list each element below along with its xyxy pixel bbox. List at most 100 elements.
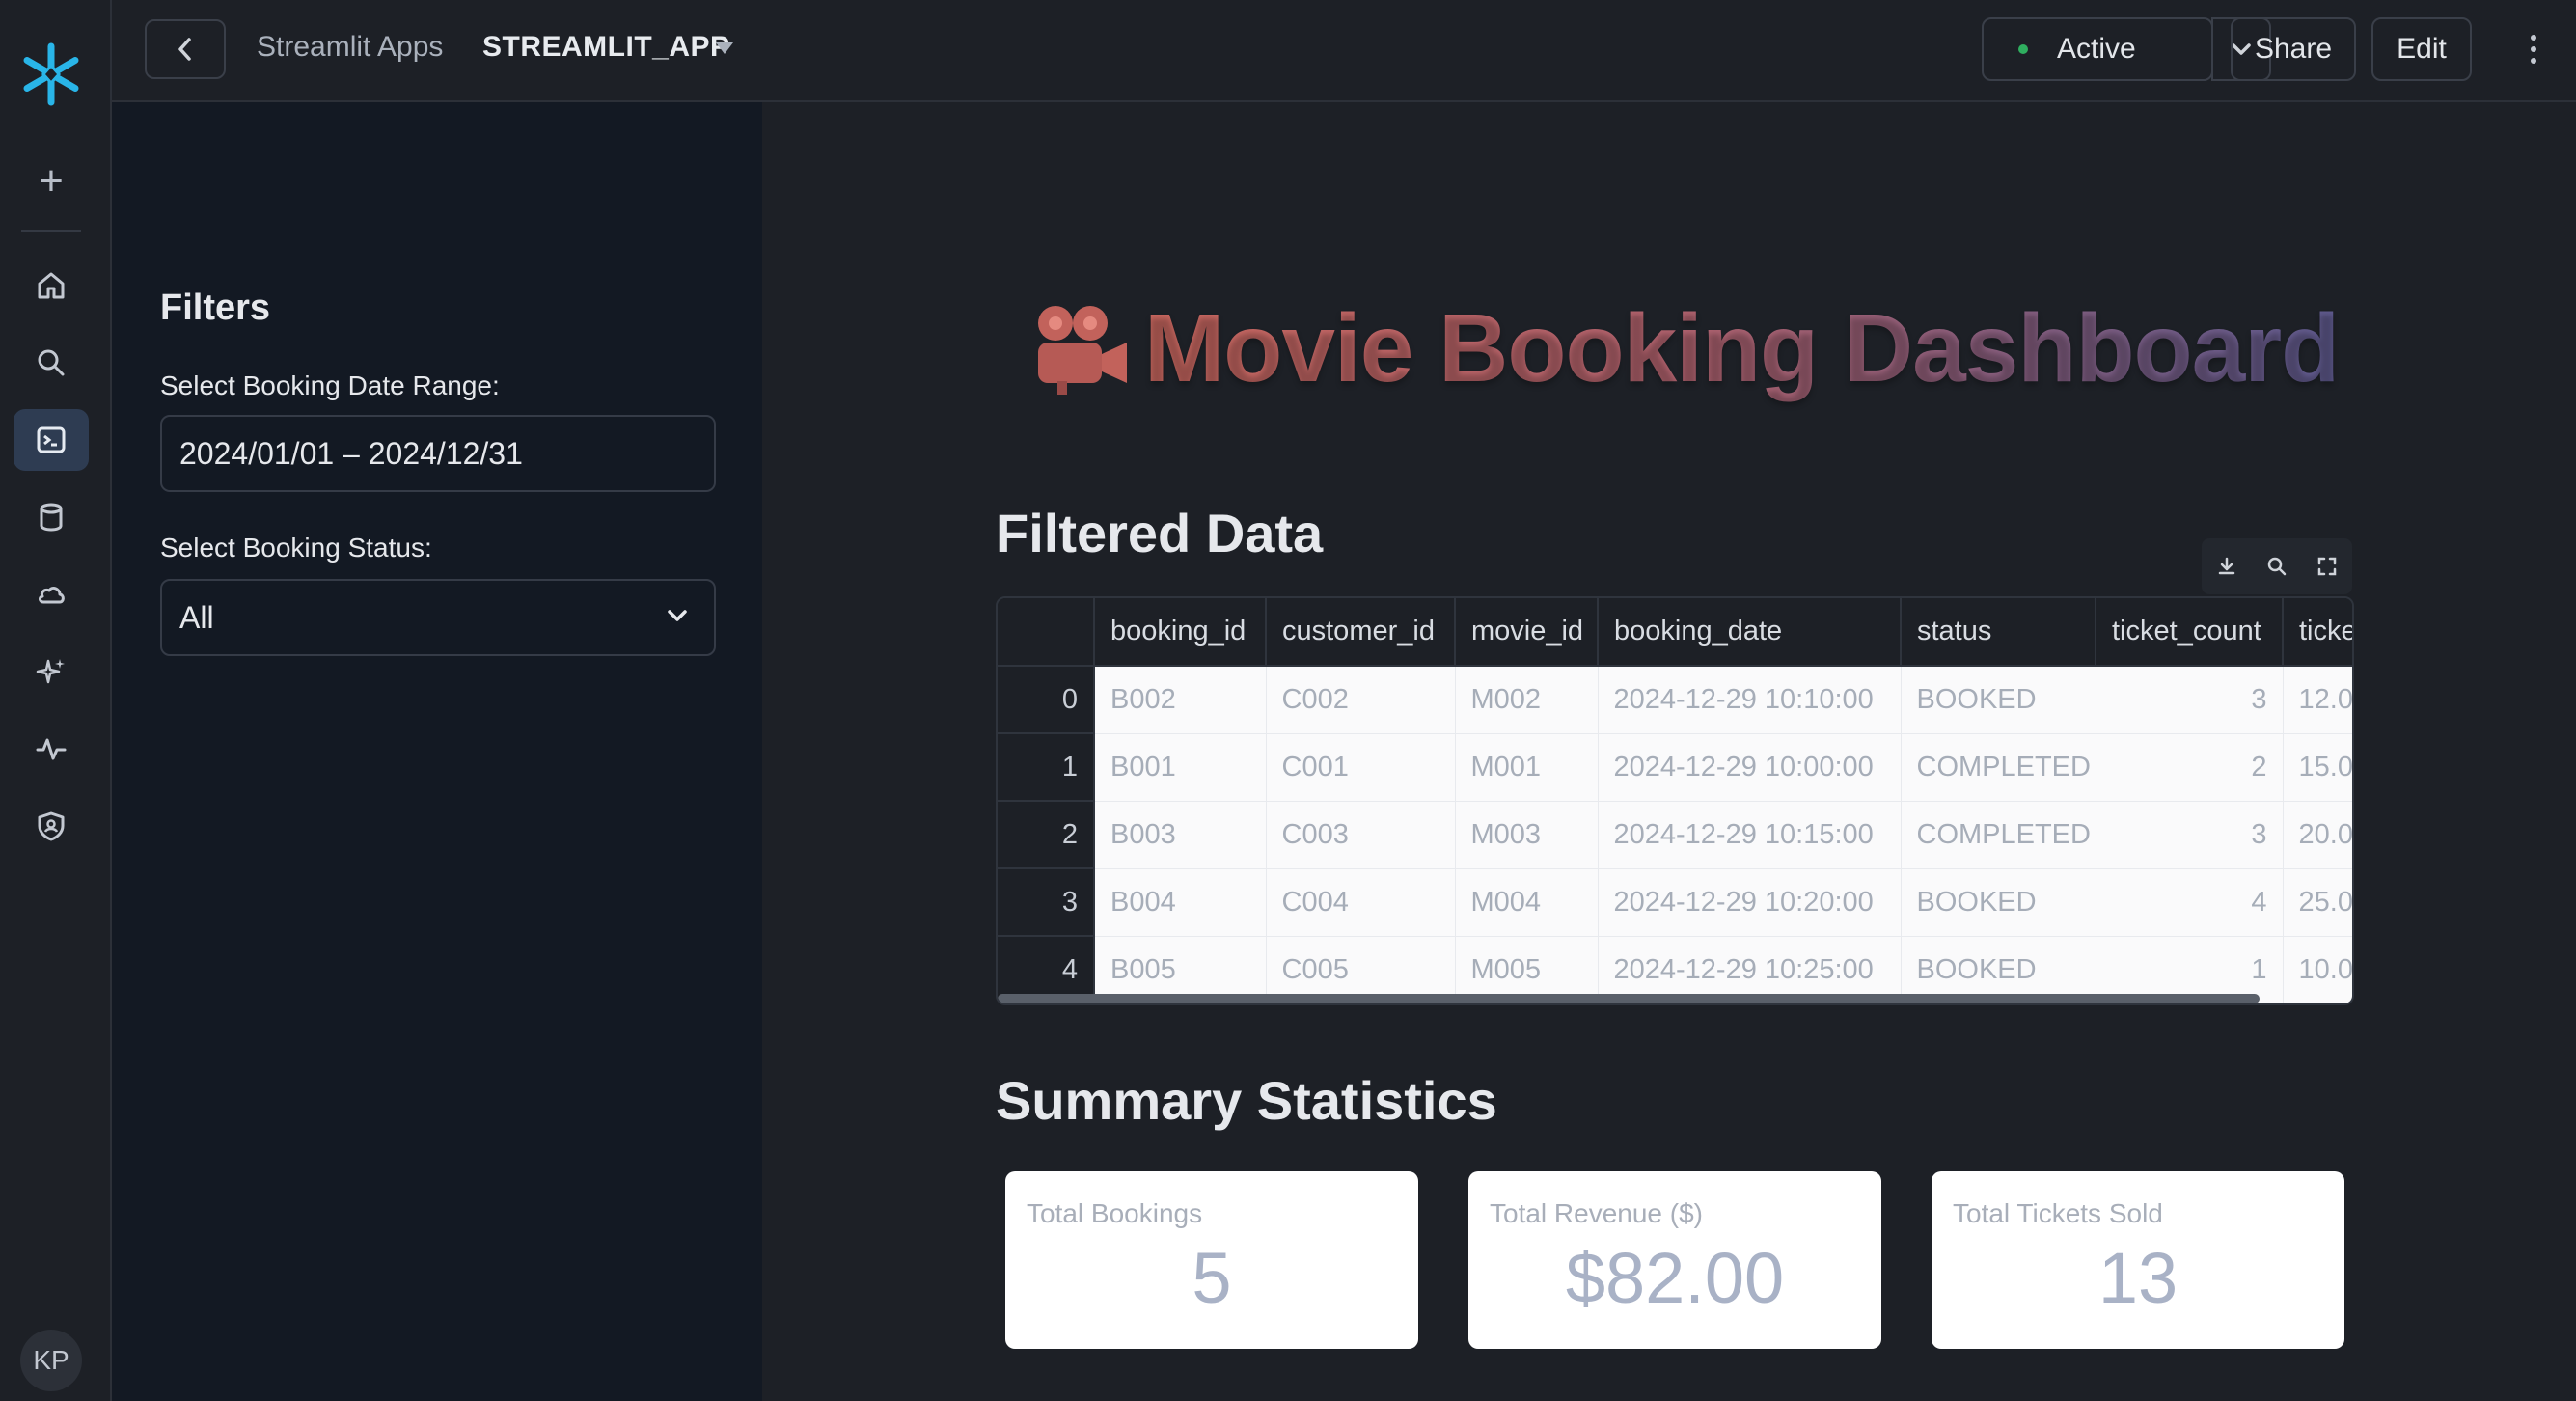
download-icon[interactable] (2215, 555, 2238, 578)
column-header[interactable]: ticket_count (2096, 598, 2284, 667)
status-dot-icon (2018, 44, 2028, 54)
search-icon[interactable] (14, 332, 89, 394)
table-cell[interactable]: BOOKED (1901, 666, 2096, 734)
metric-card-total-revenue: Total Revenue ($) $82.00 (1468, 1171, 1881, 1349)
table-cell[interactable]: B001 (1094, 733, 1267, 802)
chevron-down-icon (668, 610, 687, 621)
row-index[interactable]: 3 (998, 868, 1095, 937)
column-header[interactable]: movie_id (1455, 598, 1599, 667)
table-cell[interactable]: 4 (2096, 868, 2284, 937)
user-avatar[interactable]: KP (20, 1330, 82, 1391)
filtered-data-heading: Filtered Data (996, 503, 1324, 563)
table-row[interactable]: 1 B001 C001 M001 2024-12-29 10:00:00 COMPLETE… (998, 733, 2352, 802)
column-header[interactable]: booking_date (1598, 598, 1902, 667)
main-content: Movie Booking Dashboard Filtered Data bo… (762, 102, 2576, 1401)
more-options-icon[interactable] (2512, 23, 2555, 75)
table-cell[interactable]: B003 (1094, 801, 1267, 869)
monitoring-icon[interactable] (14, 718, 89, 780)
table-cell[interactable]: B004 (1094, 868, 1267, 937)
metric-value: 13 (2097, 1238, 2179, 1318)
table-cell[interactable]: 12.0 (2283, 666, 2352, 734)
table-cell[interactable]: M001 (1455, 733, 1599, 802)
status-button[interactable]: Active (1982, 17, 2213, 81)
table-row[interactable]: 2 B003 C003 M003 2024-12-29 10:15:00 COMPLETE… (998, 801, 2352, 869)
app-name-dropdown[interactable]: STREAMLIT_APP (482, 31, 730, 64)
data-icon[interactable] (14, 486, 89, 548)
table-cell[interactable]: 3 (2096, 801, 2284, 869)
table-cell[interactable]: 10.0 (2283, 936, 2352, 1003)
share-button[interactable]: Share (2231, 17, 2356, 81)
dashboard-title: Movie Booking Dashboard (1030, 293, 2340, 402)
table-row[interactable]: 3 B004 C004 M004 2024-12-29 10:20:00 BOOKED 4 2… (998, 868, 2352, 937)
table-cell[interactable]: M002 (1455, 666, 1599, 734)
breadcrumb-streamlit-apps[interactable]: Streamlit Apps (257, 31, 443, 64)
home-icon[interactable] (14, 255, 89, 316)
back-button[interactable] (145, 19, 226, 79)
row-index[interactable]: 2 (998, 801, 1095, 869)
metric-card-total-tickets: Total Tickets Sold 13 (1932, 1171, 2344, 1349)
table-cell[interactable]: C003 (1266, 801, 1456, 869)
table-row[interactable]: 0 B002 C002 M002 2024-12-29 10:10:00 BOOKED 3 1… (998, 666, 2352, 734)
dataframe-toolbar (2202, 538, 2352, 594)
summary-statistics-heading: Summary Statistics (996, 1070, 1497, 1131)
movie-camera-icon (1038, 306, 1127, 395)
date-range-label: Select Booking Date Range: (160, 371, 500, 400)
row-index[interactable]: 1 (998, 733, 1095, 802)
column-header[interactable]: status (1901, 598, 2096, 667)
index-header[interactable] (998, 598, 1095, 667)
cloud-icon[interactable] (14, 563, 89, 625)
snowflake-logo-icon[interactable] (17, 41, 85, 108)
table-cell[interactable]: COMPLETED (1901, 801, 2096, 869)
create-icon[interactable]: + (32, 160, 70, 203)
horizontal-scrollbar[interactable] (998, 994, 2260, 1003)
date-range-input[interactable]: 2024/01/01 – 2024/12/31 (160, 415, 716, 492)
table-cell[interactable]: 2 (2096, 733, 2284, 802)
table-cell[interactable]: 25.0 (2283, 868, 2352, 937)
chevron-left-icon (178, 38, 191, 61)
table-cell[interactable]: 20.0 (2283, 801, 2352, 869)
status-select[interactable]: All (160, 579, 716, 656)
table-cell[interactable]: COMPLETED (1901, 733, 2096, 802)
table-cell[interactable]: M003 (1455, 801, 1599, 869)
filtered-data-table[interactable]: booking_id customer_id movie_id booking_dat… (996, 596, 2354, 1005)
metric-label: Total Revenue ($) (1490, 1198, 1704, 1228)
caret-down-icon[interactable] (716, 42, 733, 54)
table-cell[interactable]: B002 (1094, 666, 1267, 734)
status-select-label: Select Booking Status: (160, 533, 432, 563)
table-cell[interactable]: 2024-12-29 10:00:00 (1598, 733, 1902, 802)
status-label: Active (2057, 33, 2136, 65)
metric-value: $82.00 (1565, 1238, 1785, 1318)
dashboard-title-text: Movie Booking Dashboard (1144, 293, 2340, 402)
column-header[interactable]: ticke (2283, 598, 2352, 667)
status-select-value: All (179, 599, 214, 635)
rail-divider (21, 230, 81, 232)
table-cell[interactable]: BOOKED (1901, 868, 2096, 937)
table-cell[interactable]: 2024-12-29 10:10:00 (1598, 666, 1902, 734)
nav-rail: + KP (0, 0, 112, 1401)
column-header[interactable]: customer_id (1266, 598, 1456, 667)
row-index[interactable]: 0 (998, 666, 1095, 734)
table-cell[interactable]: 3 (2096, 666, 2284, 734)
table-cell[interactable]: C001 (1266, 733, 1456, 802)
table-cell[interactable]: 2024-12-29 10:15:00 (1598, 801, 1902, 869)
ai-sparkle-icon[interactable] (14, 641, 89, 702)
table-cell[interactable]: M004 (1455, 868, 1599, 937)
table-cell[interactable]: C004 (1266, 868, 1456, 937)
fullscreen-icon[interactable] (2316, 555, 2339, 578)
filters-heading: Filters (160, 288, 271, 328)
projects-icon[interactable] (14, 409, 89, 471)
edit-button[interactable]: Edit (2371, 17, 2472, 81)
table-cell[interactable]: C002 (1266, 666, 1456, 734)
metric-label: Total Tickets Sold (1953, 1198, 2163, 1228)
table-cell[interactable]: 15.0 (2283, 733, 2352, 802)
table-cell[interactable]: 2024-12-29 10:20:00 (1598, 868, 1902, 937)
streamlit-sidebar: Filters Select Booking Date Range: 2024/… (112, 102, 762, 1401)
admin-shield-icon[interactable] (14, 795, 89, 857)
date-range-value: 2024/01/01 – 2024/12/31 (179, 435, 523, 471)
top-bar: Streamlit Apps STREAMLIT_APP Active Shar… (112, 0, 2576, 102)
metric-value: 5 (1192, 1238, 1232, 1318)
metric-card-total-bookings: Total Bookings 5 (1005, 1171, 1418, 1349)
search-icon[interactable] (2265, 555, 2288, 578)
metric-label: Total Bookings (1027, 1198, 1203, 1228)
column-header[interactable]: booking_id (1094, 598, 1267, 667)
